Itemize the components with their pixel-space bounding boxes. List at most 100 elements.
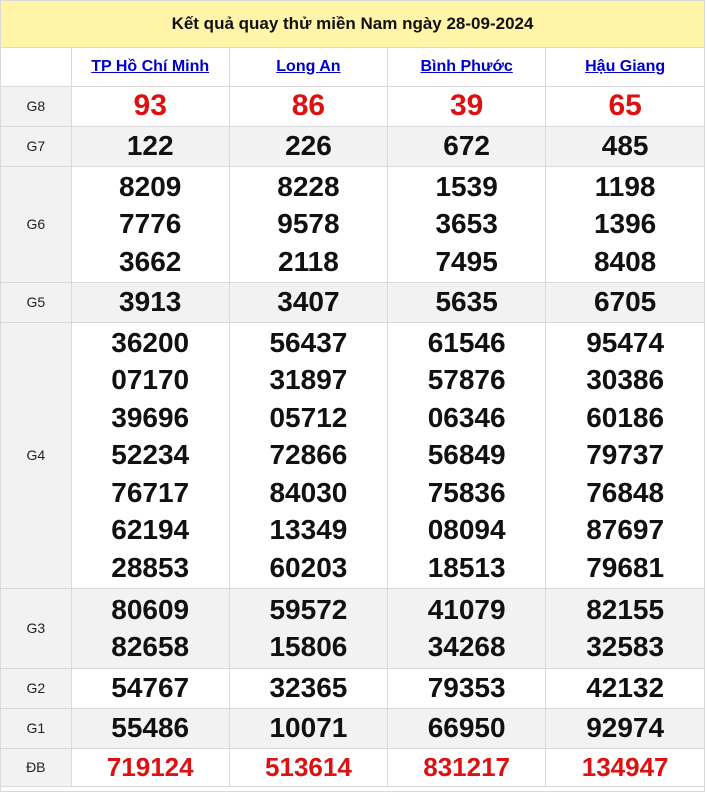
prize-number-g5: 3913: [119, 286, 182, 318]
prize-label-g5: G5: [1, 282, 72, 323]
prize-number-g5: 6705: [593, 286, 657, 318]
province-link-hau-giang[interactable]: Hậu Giang: [585, 58, 665, 75]
prize-number-g5: 5635: [435, 286, 498, 318]
prize-number-g4: 61546: [427, 326, 506, 358]
prize-number-g8: 65: [608, 89, 642, 123]
prize-number-g4: 52234: [111, 439, 190, 471]
prize-number-g6: 1396: [593, 208, 657, 240]
prize-number-g4: 08094: [427, 514, 506, 546]
prize-number-g4: 06346: [427, 401, 506, 433]
prize-number-g1: 66950: [427, 712, 506, 744]
prize-number-g4: 60203: [269, 551, 348, 583]
prize-label-g3: G3: [1, 588, 72, 669]
prize-number-g4: 18513: [427, 551, 506, 583]
prize-number-g2: 32365: [269, 672, 348, 704]
prize-label-g8: G8: [1, 86, 72, 127]
prize-number-g3: 41079: [427, 593, 506, 625]
prize-list-g3: 80609 82658: [72, 591, 229, 666]
prize-number-g6: 7776: [119, 208, 182, 240]
prize-number-g4: 56437: [269, 326, 348, 358]
prize-label-g7: G7: [1, 126, 72, 167]
prize-row-g5: G5 3913 3407 5635 6705: [1, 282, 704, 323]
province-link-binh-phuoc[interactable]: Bình Phước: [420, 58, 512, 75]
prize-number-g4: 56849: [427, 439, 506, 471]
prize-number-g4: 95474: [586, 326, 665, 358]
prize-number-g6: 8228: [277, 170, 340, 202]
prize-number-g3: 82155: [586, 593, 665, 625]
prize-number-g4: 07170: [111, 364, 190, 396]
results-title: Kết quả quay thử miền Nam ngày 28-09-202…: [1, 1, 704, 48]
prize-number-g2: 79353: [427, 672, 506, 704]
prize-number-g4: 76848: [586, 476, 665, 508]
prize-number-g1: 55486: [111, 712, 190, 744]
prize-row-g8: G8 93 86 39 65: [1, 86, 704, 127]
results-table: TP Hồ Chí Minh Long An Bình Phước Hậu Gi…: [1, 48, 704, 787]
prize-number-special: 831217: [423, 751, 511, 782]
prize-number-g6: 9578: [277, 208, 340, 240]
prize-number-g5: 3407: [277, 286, 340, 318]
prize-number-g1: 92974: [586, 712, 665, 744]
prize-label-g1: G1: [1, 708, 72, 749]
prize-list-g4: 56437 31897 05712 72866 84030 13349 6020…: [230, 324, 387, 587]
prize-list-g3: 82155 32583: [546, 591, 704, 666]
prize-number-g6: 3662: [119, 245, 182, 277]
prize-number-g3: 82658: [111, 631, 190, 662]
prize-number-g1: 10071: [269, 712, 348, 744]
prize-list-g6: 1539 3653 7495: [388, 168, 545, 281]
prize-row-g2: G2 54767 32365 79353 42132: [1, 668, 704, 709]
prize-list-g4: 36200 07170 39696 52234 76717 62194 2885…: [72, 324, 229, 587]
prize-number-g6: 7495: [435, 245, 498, 277]
prize-number-g3: 15806: [269, 631, 348, 662]
province-link-hcm[interactable]: TP Hồ Chí Minh: [91, 58, 209, 75]
province-header-cell: Long An: [229, 48, 389, 87]
prize-number-g4: 62194: [111, 514, 190, 546]
province-link-long-an[interactable]: Long An: [276, 58, 340, 75]
province-header-cell: Hậu Giang: [545, 48, 704, 87]
prize-list-g3: 41079 34268: [388, 591, 545, 666]
prize-number-g4: 13349: [269, 514, 348, 546]
prize-number-g4: 72866: [269, 439, 348, 471]
prize-number-g3: 34268: [427, 631, 506, 662]
prize-number-g6: 1539: [435, 170, 498, 202]
prize-list-g4: 61546 57876 06346 56849 75836 08094 1851…: [388, 324, 545, 587]
prize-number-g8: 39: [449, 89, 484, 123]
prize-list-g3: 59572 15806: [230, 591, 387, 666]
prize-list-g6: 1198 1396 8408: [546, 168, 704, 281]
lottery-results-page: Kết quả quay thử miền Nam ngày 28-09-202…: [0, 0, 705, 792]
prize-number-g4: 30386: [586, 364, 665, 396]
prize-list-g4: 95474 30386 60186 79737 76848 87697 7968…: [546, 324, 704, 587]
prize-number-special: 134947: [581, 751, 669, 782]
prize-number-g4: 79681: [586, 551, 665, 583]
prize-number-g7: 226: [285, 130, 332, 162]
prize-label-g2: G2: [1, 668, 72, 709]
prize-number-g6: 8408: [593, 245, 657, 277]
prize-number-g3: 80609: [111, 593, 190, 625]
prize-label-g4: G4: [1, 322, 72, 589]
prize-number-g7: 122: [126, 130, 174, 162]
prize-number-g8: 93: [133, 89, 167, 123]
prize-number-g4: 60186: [586, 401, 665, 433]
prize-number-g2: 42132: [586, 672, 665, 704]
prize-label-special: ĐB: [1, 748, 72, 787]
prize-number-g4: 79737: [586, 439, 665, 471]
prize-number-g4: 28853: [111, 551, 190, 583]
prize-row-g7: G7 122 226 672 485: [1, 126, 704, 167]
empty-header-cell: [1, 48, 72, 87]
prize-number-g4: 36200: [111, 326, 190, 358]
prize-number-g4: 31897: [269, 364, 348, 396]
province-header-cell: Bình Phước: [387, 48, 547, 87]
prize-row-g1: G1 55486 10071 66950 92974: [1, 708, 704, 749]
prize-number-g4: 05712: [269, 401, 348, 433]
prize-number-special: 719124: [106, 751, 194, 782]
prize-list-g6: 8209 7776 3662: [72, 168, 229, 281]
province-header-row: TP Hồ Chí Minh Long An Bình Phước Hậu Gi…: [1, 48, 704, 87]
prize-row-g3: G3 80609 82658 59572 15806 41079 34268 8…: [1, 588, 704, 669]
prize-number-g3: 59572: [269, 593, 348, 625]
prize-number-g7: 485: [601, 130, 649, 162]
prize-number-g2: 54767: [111, 672, 190, 704]
prize-list-g6: 8228 9578 2118: [230, 168, 387, 281]
prize-number-g4: 84030: [269, 476, 348, 508]
prize-number-g4: 57876: [427, 364, 506, 396]
prize-number-g4: 87697: [586, 514, 665, 546]
prize-row-g6: G6 8209 7776 3662 8228 9578 2118 1539 36…: [1, 166, 704, 283]
